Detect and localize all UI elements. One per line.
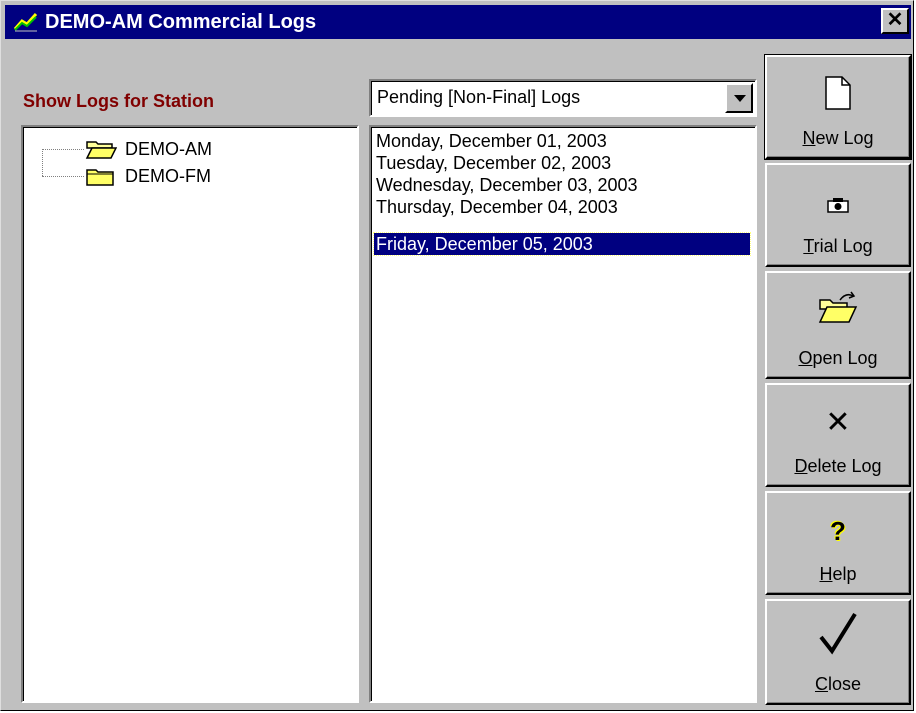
- help-button[interactable]: ? Help: [765, 491, 911, 595]
- tree-item-demo-am[interactable]: DEMO-AM: [85, 136, 212, 162]
- open-log-button[interactable]: Open Log: [765, 271, 911, 379]
- new-log-label: New Log: [802, 128, 874, 148]
- close-button[interactable]: Close: [765, 599, 911, 705]
- list-item-selected[interactable]: Friday, December 05, 2003: [373, 232, 751, 256]
- list-item[interactable]: Tuesday, December 02, 2003: [374, 152, 613, 174]
- log-list[interactable]: Monday, December 01, 2003 Tuesday, Decem…: [369, 125, 757, 703]
- trial-log-label: Trial Log: [803, 236, 873, 256]
- new-document-icon: [825, 76, 851, 110]
- window-title: DEMO-AM Commercial Logs: [45, 11, 317, 33]
- list-item[interactable]: Monday, December 01, 2003: [374, 130, 609, 152]
- log-filter-dropdown[interactable]: Pending [Non-Final] Logs: [369, 79, 757, 117]
- close-label: Close: [814, 674, 862, 694]
- checkmark-icon: [819, 612, 857, 655]
- delete-log-label: Delete Log: [794, 456, 882, 476]
- list-item[interactable]: Thursday, December 04, 2003: [374, 196, 620, 218]
- tree-connector: [42, 149, 43, 176]
- list-item[interactable]: Wednesday, December 03, 2003: [374, 174, 640, 196]
- question-mark-icon: ?: [830, 516, 846, 546]
- trial-log-button[interactable]: Trial Log: [765, 163, 911, 267]
- commercial-logs-window: DEMO-AM Commercial Logs ✕ Show Logs for …: [0, 0, 914, 711]
- closed-folder-icon: [86, 169, 114, 186]
- new-log-button[interactable]: New Log: [764, 54, 912, 160]
- tree-connector: [42, 176, 84, 177]
- open-folder-icon: [85, 141, 117, 159]
- tree-connector: [42, 149, 84, 150]
- station-label: Show Logs for Station: [23, 91, 214, 111]
- app-chart-icon: [13, 10, 39, 32]
- tree-item-demo-fm[interactable]: DEMO-FM: [85, 163, 211, 189]
- station-tree[interactable]: DEMO-AM DEMO-FM: [21, 125, 359, 703]
- close-window-button[interactable]: ✕: [881, 8, 909, 34]
- open-log-label: Open Log: [798, 348, 878, 368]
- close-icon: ✕: [886, 9, 904, 31]
- open-folder-icon: [818, 291, 858, 323]
- log-filter-value: Pending [Non-Final] Logs: [377, 87, 581, 107]
- tree-item-label: DEMO-AM: [125, 138, 212, 159]
- tree-item-label: DEMO-FM: [125, 165, 211, 186]
- camera-icon: [827, 198, 849, 213]
- chevron-down-icon[interactable]: [725, 83, 753, 113]
- delete-x-icon: ✕: [825, 406, 851, 439]
- title-bar[interactable]: DEMO-AM Commercial Logs ✕: [5, 5, 911, 39]
- help-label: Help: [819, 564, 857, 584]
- delete-log-button[interactable]: ✕ Delete Log: [765, 383, 911, 487]
